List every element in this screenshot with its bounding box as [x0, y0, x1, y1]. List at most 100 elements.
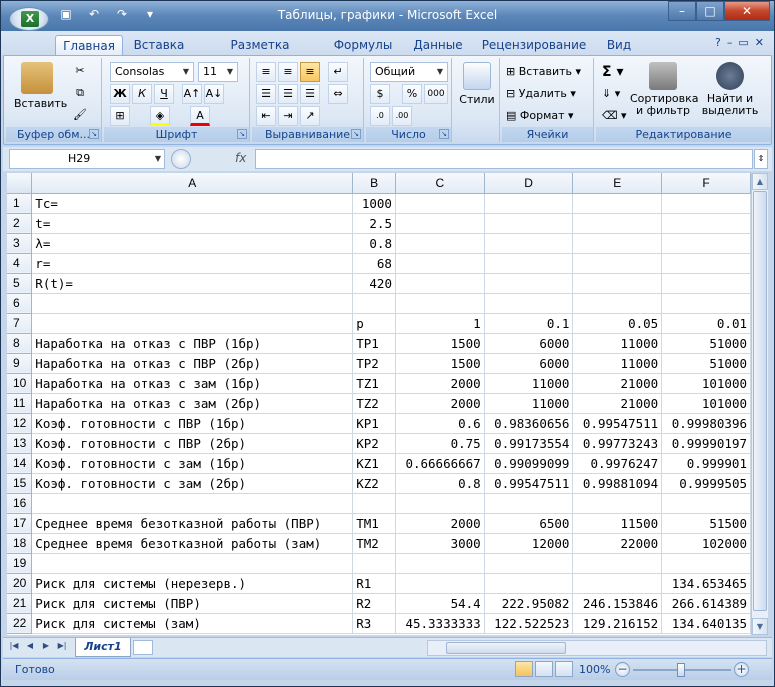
column-header-a[interactable]: A	[31, 173, 354, 194]
cell-b9[interactable]: TP2	[352, 353, 396, 374]
format-painter-icon[interactable]: 🖌	[70, 106, 90, 126]
cell-b18[interactable]: TM2	[352, 533, 396, 554]
cell-e20[interactable]	[572, 573, 663, 594]
align-top-icon[interactable]: ≡	[256, 62, 276, 82]
cell-c4[interactable]	[395, 253, 485, 274]
cell-d15[interactable]: 0.99547511	[484, 473, 574, 494]
clear-icon[interactable]: ⌫ ▾	[602, 106, 627, 126]
row-header[interactable]: 2	[7, 213, 33, 234]
close-button[interactable]: ✕	[724, 1, 770, 21]
cell-d10[interactable]: 11000	[484, 373, 574, 394]
cell-c6[interactable]	[395, 293, 485, 314]
align-left-icon[interactable]: ☰	[256, 84, 276, 104]
tab-insert[interactable]: Вставка	[129, 35, 189, 55]
row-header[interactable]: 3	[7, 233, 33, 254]
cell-c3[interactable]	[395, 233, 485, 254]
cell-c17[interactable]: 2000	[395, 513, 485, 534]
cell-e6[interactable]	[572, 293, 663, 314]
cell-d5[interactable]	[484, 273, 574, 294]
cell-e3[interactable]	[572, 233, 663, 254]
row-header[interactable]: 5	[7, 273, 33, 294]
row-header[interactable]: 22	[7, 613, 33, 634]
cell-b10[interactable]: TZ1	[352, 373, 396, 394]
delete-cells-button[interactable]: ⊟ Удалить ▾	[506, 84, 576, 104]
zoom-in-button[interactable]: +	[734, 662, 749, 677]
row-header[interactable]: 21	[7, 593, 33, 614]
cell-c13[interactable]: 0.75	[395, 433, 485, 454]
cell-c8[interactable]: 1500	[395, 333, 485, 354]
cell-d7[interactable]: 0.1	[484, 313, 574, 334]
row-header[interactable]: 12	[7, 413, 33, 434]
cell-f17[interactable]: 51500	[661, 513, 751, 534]
row-header[interactable]: 13	[7, 433, 33, 454]
cell-a11[interactable]: Наработка на отказ с зам (2бр)	[31, 393, 354, 414]
cell-d9[interactable]: 6000	[484, 353, 574, 374]
sheet-tab[interactable]: Лист1	[75, 638, 131, 657]
font-name-combo[interactable]: Consolas ▼	[110, 62, 194, 82]
tab-view[interactable]: Вид	[599, 35, 639, 55]
format-cells-button[interactable]: ▤ Формат ▾	[506, 106, 574, 126]
vertical-scrollbar[interactable]: ▲ ▼	[751, 173, 768, 635]
cell-a10[interactable]: Наработка на отказ с зам (1бр)	[31, 373, 354, 394]
row-header[interactable]: 9	[7, 353, 33, 374]
cell-c14[interactable]: 0.66666667	[395, 453, 485, 474]
cell-b1[interactable]: 1000	[352, 193, 396, 214]
cell-d17[interactable]: 6500	[484, 513, 574, 534]
cell-a1[interactable]: Tc=	[31, 193, 354, 214]
cell-f3[interactable]	[661, 233, 751, 254]
thousands-button[interactable]: 000	[424, 84, 448, 104]
cell-e19[interactable]	[572, 553, 663, 574]
cell-d1[interactable]	[484, 193, 574, 214]
dialog-launcher-icon[interactable]: ↘	[237, 129, 247, 139]
decrease-decimal-icon[interactable]: .00	[392, 106, 412, 126]
next-sheet-icon[interactable]: ▶	[39, 641, 53, 650]
cell-d18[interactable]: 12000	[484, 533, 574, 554]
cell-a19[interactable]	[31, 553, 354, 574]
help-icon[interactable]: ?	[715, 36, 721, 49]
cell-f2[interactable]	[661, 213, 751, 234]
cell-b21[interactable]: R2	[352, 593, 396, 614]
select-all-corner[interactable]	[7, 173, 33, 194]
cell-e22[interactable]: 129.216152	[572, 613, 663, 634]
cell-a8[interactable]: Наработка на отказ с ПВР (1бр)	[31, 333, 354, 354]
cell-c22[interactable]: 45.3333333	[395, 613, 485, 634]
cell-b13[interactable]: KP2	[352, 433, 396, 454]
cell-e5[interactable]	[572, 273, 663, 294]
cell-a3[interactable]: λ=	[31, 233, 354, 254]
fill-color-icon[interactable]: ◈	[150, 106, 170, 126]
tab-page-layout[interactable]: Разметка страницы	[201, 35, 319, 72]
cell-c15[interactable]: 0.8	[395, 473, 485, 494]
row-header[interactable]: 16	[7, 493, 33, 514]
cell-a17[interactable]: Среднее время безотказной работы (ПВР)	[31, 513, 354, 534]
cell-d14[interactable]: 0.99099099	[484, 453, 574, 474]
cell-e4[interactable]	[572, 253, 663, 274]
cell-d19[interactable]	[484, 553, 574, 574]
cell-c10[interactable]: 2000	[395, 373, 485, 394]
tab-data[interactable]: Данные	[407, 35, 469, 55]
normal-view-icon[interactable]	[515, 661, 533, 677]
cell-b22[interactable]: R3	[352, 613, 396, 634]
wrap-text-icon[interactable]: ↵	[328, 62, 348, 82]
formula-input[interactable]	[255, 149, 753, 169]
cut-icon[interactable]: ✂	[70, 62, 90, 82]
name-box[interactable]: H29 ▼	[9, 149, 165, 169]
cell-e2[interactable]	[572, 213, 663, 234]
zoom-slider-knob[interactable]	[677, 663, 685, 677]
merge-cells-icon[interactable]: ⇔	[328, 84, 348, 104]
underline-button[interactable]: Ч	[154, 84, 174, 104]
cell-c1[interactable]	[395, 193, 485, 214]
cell-e9[interactable]: 11000	[572, 353, 663, 374]
tab-home[interactable]: Главная	[55, 35, 123, 55]
cell-e15[interactable]: 0.99881094	[572, 473, 663, 494]
cell-d3[interactable]	[484, 233, 574, 254]
cell-b4[interactable]: 68	[352, 253, 396, 274]
fill-icon[interactable]: ⇓ ▾	[602, 84, 620, 104]
cell-f15[interactable]: 0.9999505	[661, 473, 751, 494]
cell-b12[interactable]: KP1	[352, 413, 396, 434]
cell-e11[interactable]: 21000	[572, 393, 663, 414]
last-sheet-icon[interactable]: ▶|	[55, 641, 69, 650]
doc-restore-icon[interactable]: ▭	[738, 36, 748, 49]
cell-b6[interactable]	[352, 293, 396, 314]
copy-icon[interactable]: ⧉	[70, 84, 90, 104]
cell-d11[interactable]: 11000	[484, 393, 574, 414]
